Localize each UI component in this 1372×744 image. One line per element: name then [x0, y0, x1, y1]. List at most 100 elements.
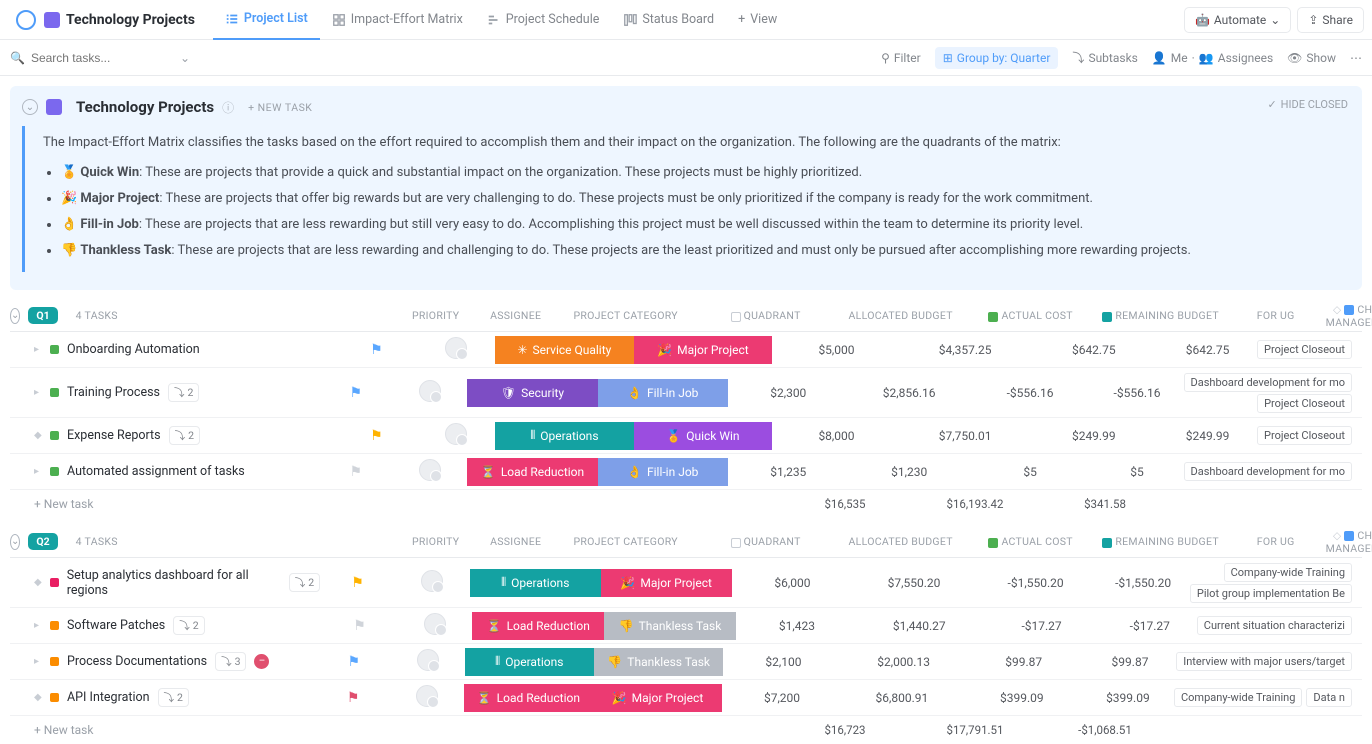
assignee-avatar[interactable]: [419, 459, 441, 481]
status-icon[interactable]: [50, 388, 59, 397]
blocked-icon[interactable]: –: [254, 654, 269, 669]
category-cell[interactable]: ✳Service Quality: [495, 336, 634, 364]
col-for-ug[interactable]: FOR UG: [1226, 309, 1326, 322]
share-button[interactable]: ⇪ Share: [1297, 7, 1364, 33]
expand-caret-icon[interactable]: ◆: [34, 577, 42, 588]
task-row[interactable]: ◆ Setup analytics dashboard for all regi…: [10, 558, 1362, 608]
info-icon[interactable]: ⓘ: [222, 99, 234, 116]
status-icon[interactable]: [50, 657, 59, 666]
category-cell[interactable]: ⏳Load Reduction: [467, 458, 597, 486]
tab-project-schedule[interactable]: Project Schedule: [475, 0, 612, 40]
col-remaining[interactable]: REMAINING BUDGET: [1096, 535, 1226, 548]
priority-flag-icon[interactable]: ⚑: [347, 690, 360, 706]
expand-caret-icon[interactable]: ▸: [34, 466, 42, 477]
change-management-cell[interactable]: Current situation characterizi: [1197, 616, 1362, 635]
change-management-cell[interactable]: Interview with major users/target: [1176, 652, 1362, 671]
quadrant-cell[interactable]: 🏅Quick Win: [634, 422, 773, 450]
group-by-button[interactable]: ⊞Group by: Quarter: [935, 47, 1059, 69]
new-task-button[interactable]: + New task: [10, 723, 340, 737]
change-management-cell[interactable]: Project Closeout: [1257, 340, 1362, 359]
me-button[interactable]: 👤Me·👥Assignees: [1152, 51, 1273, 65]
collapse-toggle[interactable]: ⌄: [22, 99, 38, 115]
status-icon[interactable]: [50, 621, 59, 630]
task-row[interactable]: ▸ Software Patches ⤵2 ⚑ ⏳Load Reduction …: [10, 608, 1362, 644]
app-logo-icon[interactable]: [16, 10, 36, 30]
hide-closed-button[interactable]: ✓HIDE CLOSED: [1267, 98, 1348, 111]
change-management-cell[interactable]: Dashboard development for mo: [1184, 462, 1362, 481]
col-allocated[interactable]: ALLOCATED BUDGET: [836, 535, 966, 548]
col-category[interactable]: PROJECT CATEGORY: [556, 309, 696, 322]
quarter-badge[interactable]: Q2: [28, 533, 57, 550]
group-collapse-toggle[interactable]: ⌄: [10, 534, 20, 550]
col-remaining[interactable]: REMAINING BUDGET: [1096, 309, 1226, 322]
task-row[interactable]: ▸ Onboarding Automation ⚑ ✳Service Quali…: [10, 332, 1362, 368]
col-priority[interactable]: PRIORITY: [396, 309, 476, 322]
col-allocated[interactable]: ALLOCATED BUDGET: [836, 309, 966, 322]
assignee-avatar[interactable]: [416, 685, 438, 707]
subtask-pill[interactable]: ⤵2: [169, 426, 200, 445]
group-collapse-toggle[interactable]: ⌄: [10, 308, 20, 324]
assignee-avatar[interactable]: [424, 613, 446, 635]
priority-flag-icon[interactable]: ⚑: [351, 575, 364, 591]
col-for-ug[interactable]: FOR UG: [1226, 535, 1326, 548]
quadrant-cell[interactable]: 🎉Major Project: [634, 336, 773, 364]
category-cell[interactable]: ⫴Operations: [495, 422, 634, 450]
chevron-down-icon[interactable]: ⌄: [180, 51, 190, 65]
more-menu[interactable]: ⋯: [1350, 51, 1362, 65]
task-row[interactable]: ▸ Automated assignment of tasks ⚑ ⏳Load …: [10, 454, 1362, 490]
tab-project-list[interactable]: Project List: [213, 0, 320, 40]
change-management-cell[interactable]: Dashboard development for moProject Clos…: [1184, 373, 1362, 413]
priority-flag-icon[interactable]: ⚑: [350, 385, 363, 401]
status-icon[interactable]: [50, 693, 59, 702]
category-cell[interactable]: ⏳Load Reduction: [472, 612, 604, 640]
category-cell[interactable]: ⏳Load Reduction: [464, 684, 593, 712]
new-task-button[interactable]: + New task: [10, 497, 340, 511]
quadrant-cell[interactable]: 👌Fill-in Job: [598, 379, 728, 407]
quadrant-cell[interactable]: 👎Thankless Task: [594, 648, 723, 676]
expand-caret-icon[interactable]: ◆: [34, 692, 42, 703]
change-management-cell[interactable]: Company-wide TrainingData n: [1174, 688, 1362, 707]
status-icon[interactable]: [50, 431, 59, 440]
quarter-badge[interactable]: Q1: [28, 307, 57, 324]
col-change-management[interactable]: ◇ CHANGE MANAGEMENT: [1326, 529, 1372, 555]
search-input[interactable]: [31, 51, 151, 65]
expand-caret-icon[interactable]: ▸: [34, 344, 42, 355]
col-quadrant[interactable]: QUADRANT: [696, 309, 836, 322]
col-category[interactable]: PROJECT CATEGORY: [556, 535, 696, 548]
search-box[interactable]: 🔍 ⌄: [10, 51, 190, 65]
task-row[interactable]: ◆ API Integration ⤵2 ⚑ ⏳Load Reduction 🎉…: [10, 680, 1362, 716]
quadrant-cell[interactable]: 👌Fill-in Job: [598, 458, 728, 486]
subtask-pill[interactable]: ⤵2: [173, 616, 204, 635]
subtask-pill[interactable]: ⤵3: [215, 652, 246, 671]
assignee-avatar[interactable]: [445, 423, 467, 445]
category-cell[interactable]: 🛡Security: [467, 379, 597, 407]
task-row[interactable]: ◆ Expense Reports ⤵2 ⚑ ⫴Operations 🏅Quic…: [10, 418, 1362, 454]
expand-caret-icon[interactable]: ◆: [34, 430, 42, 441]
col-assignee[interactable]: ASSIGNEE: [476, 535, 556, 548]
expand-caret-icon[interactable]: ▸: [34, 387, 42, 398]
assignee-avatar[interactable]: [445, 337, 467, 359]
change-management-cell[interactable]: Project Closeout: [1257, 426, 1362, 445]
col-actual[interactable]: ACTUAL COST: [966, 309, 1096, 322]
col-actual[interactable]: ACTUAL COST: [966, 535, 1096, 548]
task-row[interactable]: ▸ Training Process ⤵2 ⚑ 🛡Security 👌Fill-…: [10, 368, 1362, 418]
expand-caret-icon[interactable]: ▸: [34, 620, 42, 631]
assignee-avatar[interactable]: [419, 380, 441, 402]
subtask-pill[interactable]: ⤵2: [168, 383, 199, 402]
new-task-inline-button[interactable]: + NEW TASK: [248, 101, 312, 114]
filter-button[interactable]: ⚲Filter: [881, 51, 921, 65]
col-change-management[interactable]: ◇ CHANGE MANAGEMENT: [1326, 303, 1372, 329]
priority-flag-icon[interactable]: ⚑: [370, 428, 383, 444]
status-icon[interactable]: [50, 345, 59, 354]
subtasks-button[interactable]: ⤵Subtasks: [1072, 49, 1137, 66]
priority-flag-icon[interactable]: ⚑: [370, 342, 383, 358]
category-cell[interactable]: ⫴Operations: [465, 648, 594, 676]
tab-add-view[interactable]: + View: [726, 0, 789, 40]
assignee-avatar[interactable]: [417, 649, 439, 671]
priority-flag-icon[interactable]: ⚑: [347, 654, 360, 670]
quadrant-cell[interactable]: 🎉Major Project: [601, 569, 732, 597]
task-row[interactable]: ▸ Process Documentations ⤵3 – ⚑ ⫴Operati…: [10, 644, 1362, 680]
expand-caret-icon[interactable]: ▸: [34, 656, 42, 667]
status-icon[interactable]: [50, 578, 59, 587]
category-cell[interactable]: ⫴Operations: [470, 569, 601, 597]
